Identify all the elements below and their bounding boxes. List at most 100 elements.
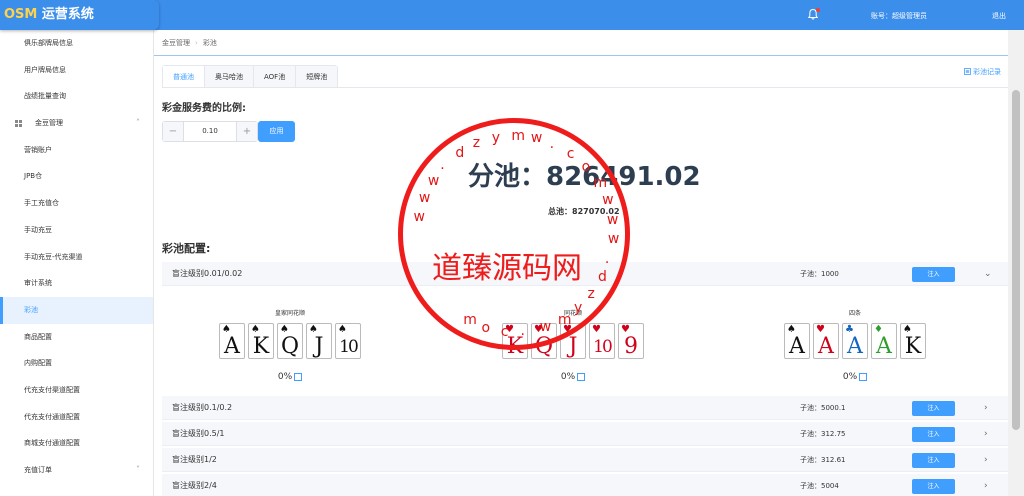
sidebar-item[interactable]: 代充支付通道配置: [0, 404, 153, 431]
breadcrumb-current: 彩池: [202, 39, 217, 47]
payout-percent-row: 0%: [453, 372, 693, 382]
breadcrumb-parent[interactable]: 金豆管理: [162, 39, 190, 47]
edit-icon[interactable]: [577, 372, 586, 381]
logo[interactable]: OSM 运营系统: [0, 0, 159, 30]
sidebar-item-label: 手动充豆-代充渠道: [24, 252, 83, 261]
sub-pool-label: 子池：312.61: [800, 456, 846, 464]
card-rank: J: [314, 334, 324, 359]
sidebar-item-label: 商城支付通道配置: [24, 439, 80, 448]
sidebar-item[interactable]: 彩池: [0, 296, 153, 324]
pool-tab[interactable]: 奥马哈池: [205, 66, 254, 87]
playing-card: ♥ K: [502, 323, 528, 359]
sidebar-item[interactable]: 审计系统: [0, 270, 153, 297]
sidebar-item[interactable]: 营销账户: [0, 137, 153, 164]
grid-icon: [15, 120, 22, 128]
playing-card: ♦ A: [871, 323, 897, 359]
fee-ratio-input[interactable]: 0.10: [184, 122, 236, 141]
card-rank: 9: [624, 334, 638, 359]
playing-card: ♥ Q: [531, 323, 557, 359]
sidebar-item-label: 手动充豆: [24, 225, 52, 234]
pool-tab[interactable]: 普通池: [163, 66, 205, 87]
bell-icon[interactable]: [807, 8, 820, 20]
payout-percent: 0%: [560, 372, 576, 382]
scrollbar-thumb[interactable]: [1012, 90, 1020, 430]
blind-level-row[interactable]: 盲注级别0.01/0.02 子池：1000 注入 ⌄: [162, 262, 1008, 286]
apply-button[interactable]: 应用: [258, 121, 295, 142]
decrement-button[interactable]: −: [163, 122, 184, 141]
breadcrumb-separator-icon: ›: [195, 39, 198, 47]
main-panel: 金豆管理 › 彩池 普通池 奥马哈池 AOF池 短牌池 彩池记录 彩金服务费的比例: − …: [154, 30, 1024, 496]
sidebar: 俱乐部牌局信息用户牌局信息 战绩批量查询 金豆管理 ˄ 营销账户 JPB仓 手工充值仓手动充…: [0, 0, 154, 496]
logo-prefix: OSM: [4, 7, 38, 22]
sidebar-item-label: 内购配置: [24, 359, 52, 368]
fee-ratio-stepper: − 0.10 +: [162, 121, 258, 142]
inject-button[interactable]: 注入: [912, 453, 955, 468]
payout-percent: 0%: [842, 372, 858, 382]
sidebar-item-label: 充值订单: [24, 466, 52, 474]
playing-card: ♠ K: [248, 323, 274, 359]
logout-link[interactable]: 退出: [992, 0, 1006, 32]
playing-card: ♥ J: [560, 323, 586, 359]
playing-card: ♥ 10: [589, 323, 615, 359]
playing-card: ♣ A: [842, 323, 868, 359]
sidebar-item[interactable]: 俱乐部牌局信息: [0, 30, 153, 57]
inject-button[interactable]: 注入: [912, 427, 955, 442]
sidebar-item[interactable]: 手动充豆-代充渠道: [0, 244, 153, 271]
blind-level-row[interactable]: 盲注级别0.5/1 子池：312.75 注入 ›: [162, 422, 1008, 446]
edit-icon[interactable]: [859, 372, 868, 381]
page-scrollbar[interactable]: [1008, 30, 1024, 496]
sidebar-item[interactable]: 商品配置: [0, 324, 153, 351]
hand-card-group: 四条 ♠ A ♥ A ♣ A ♦ A ♠ K 0%: [735, 301, 975, 382]
pool-config-title: 彩池配置:: [162, 242, 211, 255]
playing-card: ♠ J: [306, 323, 332, 359]
chevron-right-icon[interactable]: ›: [984, 448, 988, 472]
card-rank: A: [876, 334, 892, 359]
inject-button[interactable]: 注入: [912, 479, 955, 494]
inject-button[interactable]: 注入: [912, 267, 955, 282]
card-rank: A: [789, 334, 805, 359]
card-rank: Q: [280, 334, 300, 359]
sidebar-item-label: 营销账户: [24, 145, 52, 154]
payout-percent-row: 0%: [735, 372, 975, 382]
blind-level-label: 盲注级别1/2: [172, 455, 217, 464]
sidebar-item[interactable]: 商城支付通道配置: [0, 430, 153, 457]
blind-level-row[interactable]: 盲注级别1/2 子池：312.61 注入 ›: [162, 448, 1008, 472]
chevron-down-icon[interactable]: ⌄: [984, 262, 992, 286]
pool-record-link[interactable]: 彩池记录: [963, 67, 1001, 77]
sub-pool-label: 子池：1000: [800, 270, 839, 278]
sidebar-item[interactable]: 战绩批量查询: [0, 83, 153, 110]
fee-ratio-title: 彩金服务费的比例:: [162, 103, 246, 114]
sidebar-item[interactable]: 手工充值仓: [0, 190, 153, 217]
payout-percent-row: 0%: [170, 372, 410, 382]
pool-tabs: 普通池 奥马哈池 AOF池 短牌池: [162, 65, 339, 87]
sidebar-item[interactable]: 内购配置: [0, 350, 153, 377]
card-suit-icon: ♠: [338, 324, 347, 335]
sidebar-item[interactable]: 金豆管理 ˄: [0, 110, 153, 137]
tabs-divider: [162, 87, 1008, 88]
blind-level-row[interactable]: 盲注级别2/4 子池：5004 注入 ›: [162, 474, 1008, 496]
sidebar-item[interactable]: 用户牌局信息: [0, 57, 153, 84]
sidebar-item[interactable]: 手动充豆: [0, 217, 153, 244]
pool-tab[interactable]: 短牌池: [296, 66, 338, 87]
sidebar-item-label: 俱乐部牌局信息: [24, 39, 73, 47]
hand-name: 同花顺: [563, 310, 582, 317]
hand-name: 皇家同花顺: [274, 310, 305, 317]
payout-percent: 0%: [277, 372, 293, 382]
edit-icon[interactable]: [294, 372, 303, 381]
sidebar-item[interactable]: 代充支付渠道配置: [0, 377, 153, 404]
chevron-right-icon[interactable]: ›: [984, 422, 988, 446]
card-suit-icon: ♥: [592, 324, 601, 335]
hand-name: 四条: [848, 310, 861, 317]
playing-card: ♠ 10: [335, 323, 361, 359]
chevron-right-icon[interactable]: ›: [984, 474, 988, 496]
top-header: 账号：超级管理员 退出: [154, 0, 1024, 30]
playing-card: ♠ A: [784, 323, 810, 359]
playing-card: ♠ Q: [277, 323, 303, 359]
sidebar-item[interactable]: 充值订单 ˅: [0, 457, 153, 484]
app-root: OSM 运营系统 俱乐部牌局信息用户牌局信息 战绩批量查询 金豆管理 ˄ 营销账户 JPB…: [0, 0, 1024, 496]
card-rank: J: [568, 334, 578, 359]
pool-tab[interactable]: AOF池: [254, 66, 297, 87]
increment-button[interactable]: +: [236, 122, 257, 141]
sidebar-item-label: 商品配置: [24, 332, 52, 341]
sidebar-item[interactable]: JPB仓: [0, 163, 153, 190]
